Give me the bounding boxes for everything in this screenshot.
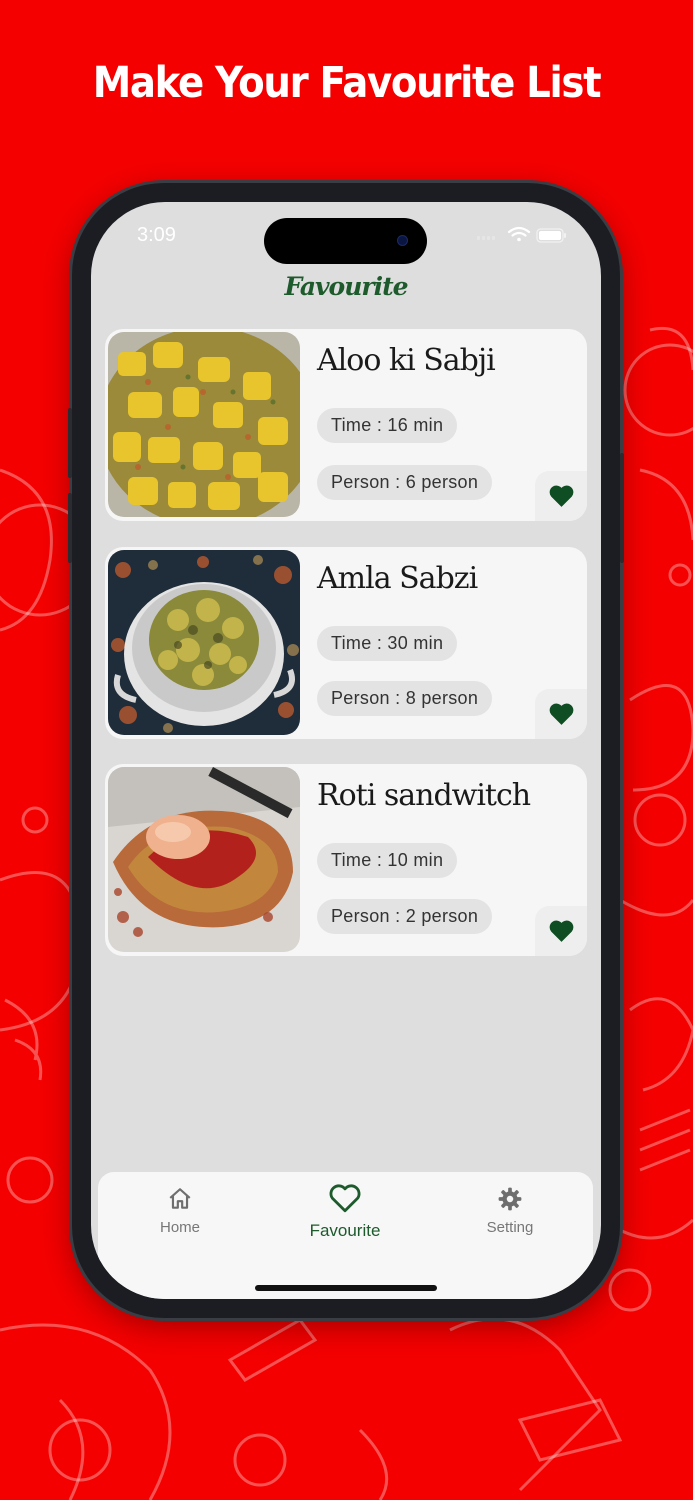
recipe-card[interactable]: Roti sandwitch Time : 10 min Person : 2 … [105,764,587,956]
nav-label-home: Home [159,1219,200,1236]
signal-icon [477,236,495,240]
app-screen: 3:09 Favourite Aloo ki Sabji Time: 16 m… [91,202,601,1299]
recipe-time-chip: Time : 30 min [317,626,458,661]
recipe-person-chip: Person : 6 person [317,465,493,500]
home-icon [169,1188,191,1209]
favourite-toggle-button[interactable] [535,906,587,956]
page-title: Favourite [284,272,408,301]
nav-label-setting: Setting [486,1219,534,1236]
camera-icon [398,236,407,245]
heart-filled-icon [549,703,573,725]
recipe-name: Aloo ki Sabji [317,343,496,378]
recipe-card[interactable]: Amla Sabzi Time : 30 min Person : 8 pers… [105,547,587,739]
recipe-image-amla-sabzi [108,550,300,735]
home-indicator[interactable] [255,1285,437,1291]
phone-side-button [68,408,72,478]
dynamic-island [264,218,427,264]
bottom-nav: Home Favourite Setting [98,1172,593,1299]
battery-icon [536,228,566,243]
phone-side-button [68,493,72,563]
nav-item-home[interactable]: Home [120,1186,240,1236]
phone-power-button [620,453,624,563]
nav-item-favourite[interactable]: Favourite [285,1182,405,1241]
gear-icon [498,1187,522,1211]
favourite-toggle-button[interactable] [535,471,587,521]
recipe-name: Roti sandwitch [317,778,531,813]
heart-filled-icon [549,920,573,942]
recipe-person-chip: Person : 8 person [317,681,493,716]
recipe-image-aloo-ki-sabji [108,332,300,517]
status-time: 3:09 [137,224,176,246]
heart-filled-icon [549,485,573,507]
recipe-image-roti-sandwitch [108,767,300,952]
recipe-time-chip: Time : 10 min [317,843,458,878]
promo-headline: Make Your Favourite List [92,58,602,108]
nav-item-setting[interactable]: Setting [450,1186,570,1236]
heart-outline-icon [329,1184,361,1213]
recipe-time-chip: Time : 16 min [317,408,458,443]
status-icons [477,226,566,243]
recipe-card[interactable]: Aloo ki Sabji Time : 16 min Person : 6 p… [105,329,587,521]
nav-label-favourite: Favourite [309,1221,381,1240]
favourite-toggle-button[interactable] [535,689,587,739]
recipe-name: Amla Sabzi [317,561,478,596]
wifi-icon [507,226,531,242]
phone-frame: 3:09 Favourite Aloo ki Sabji Time: 16 m… [68,183,624,1318]
recipe-person-chip: Person : 2 person [317,899,493,934]
